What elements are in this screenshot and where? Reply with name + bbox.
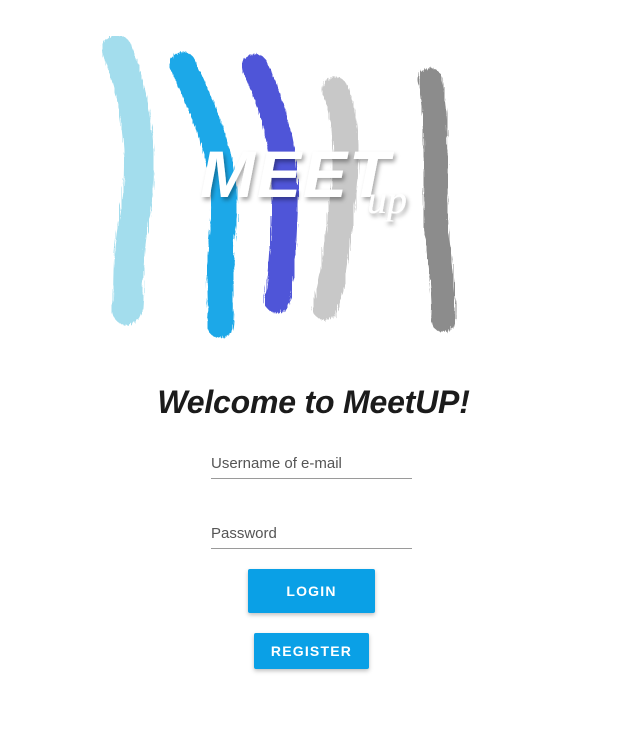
register-button[interactable]: REGISTER [254,633,369,669]
logo-stroke-light-blue [102,35,154,325]
password-input[interactable] [211,520,412,546]
meetup-logo: MEET up [102,35,456,338]
logo-stroke-gray [418,68,456,332]
username-input[interactable] [211,450,412,476]
logo-wordmark-sub: up [367,177,407,222]
username-field [211,450,412,479]
login-page: MEET up Welcome to MeetUP! LOGIN REGISTE… [0,0,627,736]
password-field [211,520,412,549]
welcome-title: Welcome to MeetUP! [157,384,470,420]
logo-wordmark-main: MEET [200,137,394,211]
login-button[interactable]: LOGIN [248,569,375,613]
